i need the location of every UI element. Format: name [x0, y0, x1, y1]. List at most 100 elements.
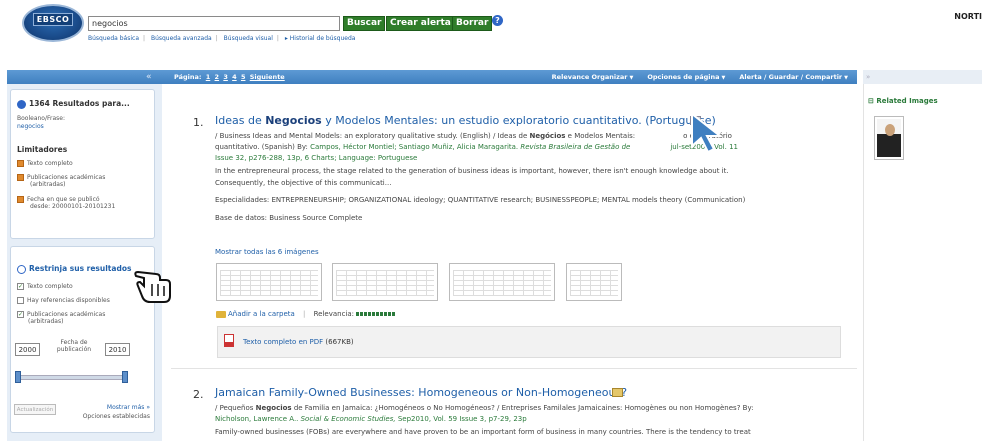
next-page-link[interactable]: Siguiente	[250, 73, 285, 81]
mouse-pointer-icon	[691, 112, 723, 154]
institution-name: NORTI	[954, 12, 982, 21]
slider-handle-left[interactable]	[15, 371, 21, 383]
collapse-icon[interactable]: ⊟	[868, 97, 874, 105]
issue-info: Issue 32, p276-288, 13p, 6 Charts; Langu…	[215, 154, 418, 162]
date-slider-track[interactable]	[17, 375, 125, 380]
toolbar-menus: Relevance Organizar ▼ Opciones de página ▼…	[552, 70, 848, 85]
page-options-menu[interactable]: Opciones de página ▼	[647, 70, 725, 85]
options-set-link[interactable]: Opciones establecidas	[83, 413, 150, 420]
remove-limiter-icon[interactable]	[17, 196, 24, 203]
search-button[interactable]: Buscar	[343, 16, 386, 31]
result-actions: Añadir a la carpeta | Relevancia:	[216, 310, 397, 318]
folder-icon[interactable]	[216, 310, 226, 318]
right-panel-bar: »	[863, 70, 982, 84]
search-mode-links: Búsqueda básica | Búsqueda avanzada | Búsq…	[88, 35, 356, 42]
ebsco-logo[interactable]: EBSCO	[22, 4, 84, 42]
date-label-line: Fecha de	[60, 339, 88, 346]
pdf-size: (667KB)	[325, 338, 354, 346]
year-to-input[interactable]: 2010	[105, 343, 130, 356]
fulltext-checkbox[interactable]: ✓ Texto completo	[17, 283, 73, 290]
authors-link[interactable]: Campos, Héctor Montiel; Santiago Muñiz, …	[310, 143, 518, 151]
references-checkbox[interactable]: Hay referencias disponibles	[17, 297, 110, 304]
pdf-fulltext-link[interactable]: Texto completo en PDF	[243, 338, 323, 346]
database: Base de datos: Business Source Complete	[215, 214, 363, 222]
query-label: Booleano/Frase:	[17, 115, 65, 122]
remove-limiter-icon[interactable]	[17, 174, 24, 181]
expand-right-icon[interactable]: »	[866, 70, 870, 84]
logo-text: EBSCO	[32, 13, 74, 26]
checkbox[interactable]	[17, 297, 24, 304]
narrow-title: Restrinja sus resultados	[29, 264, 132, 273]
date-label: Fecha de publicación	[49, 339, 99, 353]
add-to-folder-link[interactable]: Añadir a la carpeta	[228, 310, 295, 318]
page-label: Página:	[174, 73, 202, 81]
subjects: Especialidades: ENTREPRENEURSHIP; ORGANI…	[215, 196, 746, 204]
related-images-label: Related Images	[876, 97, 938, 105]
pdf-fulltext-box: Texto completo en PDF (667KB)	[217, 326, 841, 358]
sort-menu-label: Relevance Organizar	[551, 73, 628, 81]
limiter-item[interactable]: Fecha en que se publicó desde: 20000101-2…	[17, 196, 115, 210]
result-title-link[interactable]: Ideas de Negocios y Modelos Mentales: un…	[215, 114, 716, 127]
checkbox-checked[interactable]: ✓	[17, 283, 24, 290]
keyword: Negócios	[529, 132, 566, 140]
share-menu-label: Alerta / Guardar / Compartir	[739, 73, 843, 81]
page-link[interactable]: 5	[241, 73, 246, 81]
collapse-left-icon[interactable]: «	[146, 70, 152, 84]
search-input[interactable]	[88, 16, 340, 31]
authors-link[interactable]: Nicholson, Lawrence A..	[215, 415, 298, 423]
chevron-down-icon: ▼	[844, 75, 848, 81]
search-history-link[interactable]: Historial de búsqueda	[290, 35, 356, 42]
create-alert-button[interactable]: Crear alerta	[386, 16, 455, 31]
preview-icon[interactable]	[612, 388, 623, 397]
divider: |	[303, 310, 306, 318]
clear-button[interactable]: Borrar	[452, 16, 493, 31]
journal-link[interactable]: Revista Brasileira de Gestão de	[518, 143, 630, 151]
journal-link[interactable]: Social & Economic Studies,	[298, 415, 396, 423]
year-from-input[interactable]: 2000	[15, 343, 40, 356]
abstract-line: Family-owned businesses (FOBs) are every…	[215, 428, 751, 436]
query-value[interactable]: negocios	[17, 123, 44, 130]
result-number: 2.	[193, 388, 204, 401]
checkbox-checked[interactable]: ✓	[17, 311, 24, 318]
page-link[interactable]: 4	[232, 73, 237, 81]
limiter-item[interactable]: Texto completo	[17, 160, 73, 167]
pdf-icon[interactable]	[224, 334, 234, 347]
peer-reviewed-checkbox[interactable]: ✓ Publicaciones académicas (arbitradas)	[17, 311, 105, 325]
limiter-label: Publicaciones académicas	[27, 174, 106, 181]
checkbox-label: Hay referencias disponibles	[27, 297, 110, 304]
sort-menu[interactable]: Relevance Organizar ▼	[552, 70, 634, 85]
image-thumbnail[interactable]	[566, 263, 622, 301]
image-thumbnail[interactable]	[449, 263, 555, 301]
results-count: 1364 Resultados para...	[29, 99, 130, 108]
related-image-thumbnail[interactable]	[874, 116, 904, 160]
limiter-label: Texto completo	[27, 160, 73, 167]
related-images-title: ⊟ Related Images	[868, 97, 938, 105]
update-button[interactable]: Actualización	[14, 404, 56, 415]
collapse-icon[interactable]	[17, 264, 26, 274]
collapse-icon[interactable]	[17, 99, 26, 109]
visual-search-link[interactable]: Búsqueda visual	[224, 35, 273, 42]
show-all-images-link[interactable]: Mostrar todas las 6 imágenes	[215, 248, 319, 256]
limiter-item[interactable]: Publicaciones académicas (arbitradas)	[17, 174, 105, 188]
text: Sep2010, Vol. 59 Issue 3, p7-29, 23p	[395, 415, 527, 423]
play-icon: ▸	[284, 35, 288, 42]
limiters-title: Limitadores	[17, 145, 68, 154]
page-link[interactable]: 2	[215, 73, 220, 81]
basic-search-link[interactable]: Búsqueda básica	[88, 35, 139, 42]
share-menu[interactable]: Alerta / Guardar / Compartir ▼	[739, 70, 848, 85]
page-link[interactable]: 1	[206, 73, 211, 81]
remove-limiter-icon[interactable]	[17, 160, 24, 167]
text: de Familia en Jamaica: ¿Homogéneos o No …	[291, 404, 754, 412]
result-title-link[interactable]: Jamaican Family-Owned Businesses: Homoge…	[215, 386, 627, 399]
help-icon[interactable]: ?	[492, 15, 503, 26]
image-thumbnail[interactable]	[332, 263, 438, 301]
page-link[interactable]: 3	[223, 73, 228, 81]
slider-handle-right[interactable]	[122, 371, 128, 383]
text: e Modelos Mentais:	[565, 132, 636, 140]
show-more-link[interactable]: Mostrar más »	[107, 404, 150, 411]
checkbox-label: Texto completo	[27, 283, 73, 290]
limiter-label: Fecha en que se publicó	[27, 196, 100, 203]
advanced-search-link[interactable]: Búsqueda avanzada	[151, 35, 212, 42]
result-number: 1.	[193, 116, 204, 129]
image-thumbnail[interactable]	[216, 263, 322, 301]
